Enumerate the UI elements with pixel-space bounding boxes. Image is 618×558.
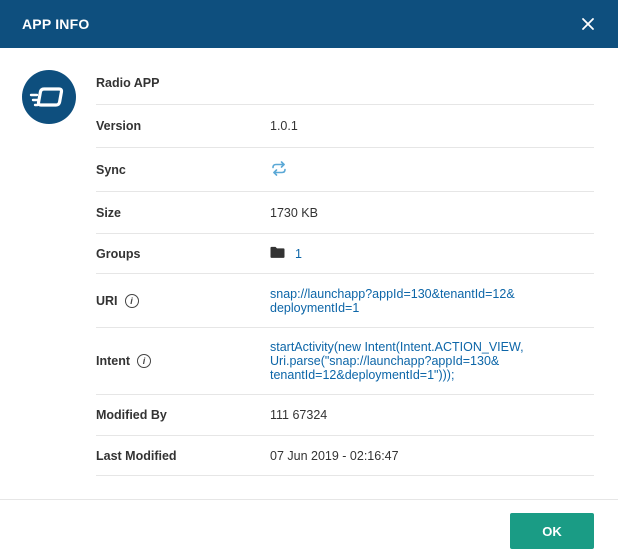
footer-divider [0, 499, 618, 500]
sync-row: Sync [96, 148, 594, 192]
version-row: Version 1.0.1 [96, 105, 594, 148]
info-icon[interactable]: i [124, 293, 139, 308]
app-name-row: Radio APP [96, 62, 594, 105]
intent-line-2: Uri.parse("snap://launchapp?appId=130& [270, 354, 500, 368]
modified-by-value: 111 67324 [270, 408, 328, 422]
modified-by-label: Modified By [96, 408, 167, 422]
app-details: Radio APP Version 1.0.1 Sync Size 1730 K… [96, 62, 594, 476]
intent-value: startActivity(new Intent(Intent.ACTION_V… [270, 340, 524, 382]
last-modified-value: 07 Jun 2019 - 02:16:47 [270, 448, 399, 463]
info-icon[interactable]: i [137, 354, 152, 368]
folder-icon [270, 246, 285, 261]
intent-label-wrap: Intent i [96, 354, 152, 368]
uri-line-2: deploymentId=1 [270, 300, 360, 315]
version-label: Version [96, 119, 142, 133]
intent-line-3: tenantId=12&deploymentId=1"))); [270, 368, 455, 382]
app-name: Radio APP [96, 76, 160, 90]
dialog-title: APP INFO [22, 16, 90, 32]
groups-row: Groups 1 [96, 234, 594, 274]
groups-value[interactable]: 1 [270, 246, 302, 261]
intent-line-1: startActivity(new Intent(Intent.ACTION_V… [270, 340, 524, 354]
uri-value: snap://launchapp?appId=130&tenantId=12& … [270, 287, 515, 315]
intent-label: Intent [96, 354, 131, 368]
app-logo-icon [22, 70, 76, 124]
last-modified-label: Last Modified [96, 448, 177, 463]
uri-line-1: snap://launchapp?appId=130&tenantId=12& [270, 286, 515, 301]
sync-label: Sync [96, 162, 126, 177]
last-modified-row: Last Modified 07 Jun 2019 - 02:16:47 [96, 436, 594, 476]
dialog-header: APP INFO [0, 0, 618, 48]
groups-count[interactable]: 1 [295, 247, 302, 261]
app-info-dialog: APP INFO Radio APP Version 1.0.1 Sync Si… [0, 0, 618, 558]
uri-label-wrap: URI i [96, 293, 139, 308]
groups-label: Groups [96, 246, 141, 261]
modified-by-row: Modified By 111 67324 [96, 395, 594, 436]
ok-button[interactable]: OK [510, 513, 594, 549]
close-icon[interactable] [578, 14, 598, 34]
intent-row: Intent i startActivity(new Intent(Intent… [96, 328, 594, 395]
uri-label: URI [96, 293, 118, 308]
size-row: Size 1730 KB [96, 192, 594, 234]
sync-icon[interactable] [270, 159, 288, 180]
version-value: 1.0.1 [270, 119, 298, 133]
size-label: Size [96, 205, 122, 220]
uri-row: URI i snap://launchapp?appId=130&tenantI… [96, 274, 594, 328]
size-value: 1730 KB [270, 205, 318, 220]
